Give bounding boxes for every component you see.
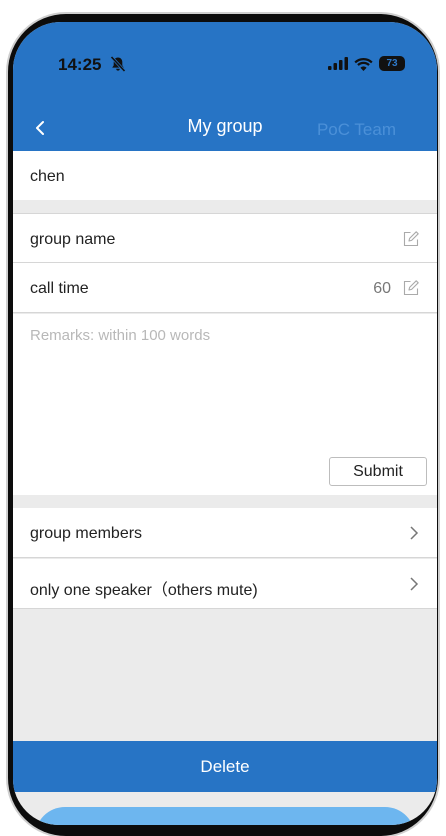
edit-icon[interactable]	[403, 231, 419, 247]
call-time-row[interactable]: call time 60	[13, 263, 437, 313]
system-icons: 73	[328, 56, 405, 71]
group-name-label: group name	[30, 231, 116, 248]
status-bar: 14:25 73	[13, 22, 437, 114]
chevron-right-icon	[410, 526, 419, 540]
phone-frame: 14:25 73 My group PoC Team chen group na…	[0, 0, 446, 836]
user-name-row: chen	[13, 151, 437, 200]
call-time-value: 60	[373, 280, 391, 297]
submit-button[interactable]: Submit	[329, 457, 427, 486]
battery-icon: 73	[379, 56, 405, 71]
battery-level: 73	[386, 58, 398, 69]
group-members-label: group members	[30, 525, 143, 542]
only-one-speaker-row[interactable]: only one speaker（others mute)	[13, 559, 437, 609]
header-bar: My group PoC Team	[13, 114, 437, 151]
remarks-input[interactable]	[28, 326, 422, 345]
only-one-speaker-label: only one speaker（others mute)	[30, 582, 258, 599]
status-time: 14:25	[58, 55, 102, 74]
app-screen: 14:25 73 My group PoC Team chen group na…	[13, 22, 437, 825]
call-time-label: call time	[30, 280, 89, 297]
edit-icon[interactable]	[403, 280, 419, 296]
delete-button[interactable]: Delete	[13, 741, 437, 792]
user-name: chen	[30, 168, 65, 185]
bell-muted-icon	[110, 55, 126, 73]
brand-watermark: PoC Team	[316, 120, 396, 139]
group-members-row[interactable]: group members	[13, 508, 437, 558]
wifi-icon	[354, 57, 373, 71]
signal-icon	[328, 57, 348, 70]
remarks-section: Submit	[13, 314, 437, 495]
chevron-right-icon	[410, 577, 419, 591]
bottom-action-pill[interactable]	[35, 807, 415, 825]
group-name-row[interactable]: group name	[13, 213, 437, 263]
